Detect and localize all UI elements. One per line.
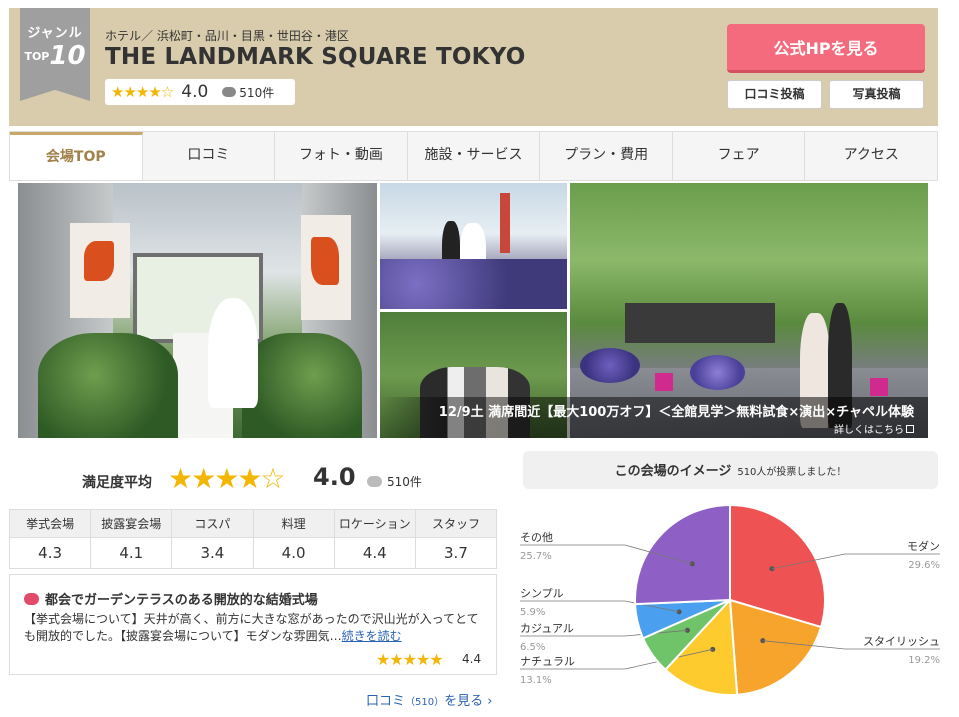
score-value-reception: 4.1 <box>119 544 144 562</box>
venue-image-votes: 510人が投票しました！ <box>737 467 847 478</box>
satisfaction-title: 満足度平均 <box>82 475 152 491</box>
score-value-ceremony: 4.3 <box>38 544 63 562</box>
pie-slice <box>634 503 731 606</box>
pie-percent-label: 29.6% <box>908 560 940 571</box>
score-value-cost: 3.4 <box>200 544 225 562</box>
badge-rank: 10 <box>49 41 86 71</box>
venue-rating-box: ★★★★☆ 4.0 510件 <box>105 79 295 105</box>
venue-image-header: この会場のイメージ 510人が投票しました！ <box>523 451 938 489</box>
review-score: 4.4 <box>462 652 482 666</box>
score-value-staff: 3.7 <box>444 544 468 562</box>
official-site-button[interactable]: 公式HPを見る <box>727 24 925 73</box>
score-header-cost: コスパ <box>172 510 253 538</box>
genre-top10-badge: ジャンル TOP10 <box>20 8 90 101</box>
read-more-link[interactable]: 続きを読む <box>342 629 402 643</box>
score-header-location: ロケーション <box>334 510 415 538</box>
venue-image-title: この会場のイメージ <box>614 464 732 479</box>
score-header-staff: スタッフ <box>415 510 497 538</box>
score-header-ceremony: 挙式会場 <box>10 510 91 538</box>
satisfaction-score: 4.0 <box>313 463 356 491</box>
chapel-photo[interactable] <box>18 183 377 438</box>
featured-review: 都会でガーデンテラスのある開放的な結婚式場 【挙式会場について】天井が高く、前方… <box>9 574 497 675</box>
score-header-food: 料理 <box>253 510 334 538</box>
badge-top-label: TOP <box>24 50 50 63</box>
tab-venue-top[interactable]: 会場TOP <box>10 132 143 180</box>
review-count[interactable]: 510件 <box>239 84 274 101</box>
category-score-table: 挙式会場 4.3 披露宴会場 4.1 コスパ 3.4 料理 4.0 ロケーション 4.4 … <box>9 509 497 569</box>
pie-category-label: その他 <box>520 531 553 544</box>
promo-text: 12/9土 満席間近【最大100万オフ】＜全館見学＞無料試食×演出×チャペル体験 <box>438 405 914 420</box>
pie-percent-label: 13.1% <box>520 675 552 686</box>
badge-genre-label: ジャンル <box>27 26 83 41</box>
pie-category-label: ナチュラル <box>520 655 575 668</box>
see-reviews-link[interactable]: 口コミ（510）を見る › <box>366 690 492 709</box>
comment-bubble-icon <box>222 87 237 97</box>
pie-category-label: スタイリッシュ <box>863 635 940 648</box>
review-bubble-icon <box>24 593 39 605</box>
pie-category-label: カジュアル <box>520 622 574 635</box>
promo-detail-link[interactable]: 詳しくはこちら <box>834 425 904 436</box>
pie-category-label: シンプル <box>520 587 564 600</box>
venue-image-pie-chart: モダン 29.6% スタイリッシュ 19.2% ナチュラル 13.1% カジュアル 6.5% シ… <box>520 503 940 696</box>
score-header-reception: 披露宴会場 <box>91 510 172 538</box>
tab-photo-video[interactable]: フォト・動画 <box>275 132 408 180</box>
tab-plans-cost[interactable]: プラン・費用 <box>540 132 673 180</box>
external-link-icon <box>906 425 914 433</box>
venue-tabs: 会場TOP 口コミ フォト・動画 施設・サービス プラン・費用 フェア アクセス <box>9 131 938 181</box>
satisfaction-stars-icon: ★★★★☆ <box>168 462 286 495</box>
pie-percent-label: 25.7% <box>520 551 552 562</box>
satisfaction-count: 510件 <box>387 475 422 489</box>
tab-reviews[interactable]: 口コミ <box>143 132 276 180</box>
post-photo-button[interactable]: 写真投稿 <box>829 80 924 109</box>
review-body: 【挙式会場について】天井が高く、前方に大きな窓があったので沢山光が入ってとても開… <box>24 612 479 643</box>
pie-percent-label: 6.5% <box>520 642 545 653</box>
review-stars-icon: ★★★★★ <box>376 650 444 669</box>
rating-value: 4.0 <box>181 82 209 102</box>
comment-bubble-icon <box>367 476 382 487</box>
score-value-food: 4.0 <box>281 544 306 562</box>
pie-percent-label: 5.9% <box>520 607 545 618</box>
venue-header: ジャンル TOP10 ホテル／ 浜松町・品川・目黒・世田谷・港区 THE LAN… <box>9 8 938 126</box>
fair-promo-banner[interactable]: 12/9土 満席間近【最大100万オフ】＜全館見学＞無料試食×演出×チャペル体験… <box>380 397 928 438</box>
venue-title: THE LANDMARK SQUARE TOKYO <box>105 44 526 70</box>
score-value-location: 4.4 <box>362 544 387 562</box>
tab-access[interactable]: アクセス <box>805 132 937 180</box>
tab-fair[interactable]: フェア <box>673 132 806 180</box>
pie-category-label: モダン <box>907 539 940 553</box>
tab-facilities[interactable]: 施設・サービス <box>408 132 541 180</box>
banquet-photo[interactable] <box>380 183 567 309</box>
rating-stars-icon: ★★★★☆ <box>111 83 174 101</box>
pie-percent-label: 19.2% <box>908 655 940 666</box>
venue-area: ホテル／ 浜松町・品川・目黒・世田谷・港区 <box>105 29 349 43</box>
post-review-button[interactable]: 口コミ投稿 <box>727 80 822 109</box>
review-title: 都会でガーデンテラスのある開放的な結婚式場 <box>45 593 318 608</box>
